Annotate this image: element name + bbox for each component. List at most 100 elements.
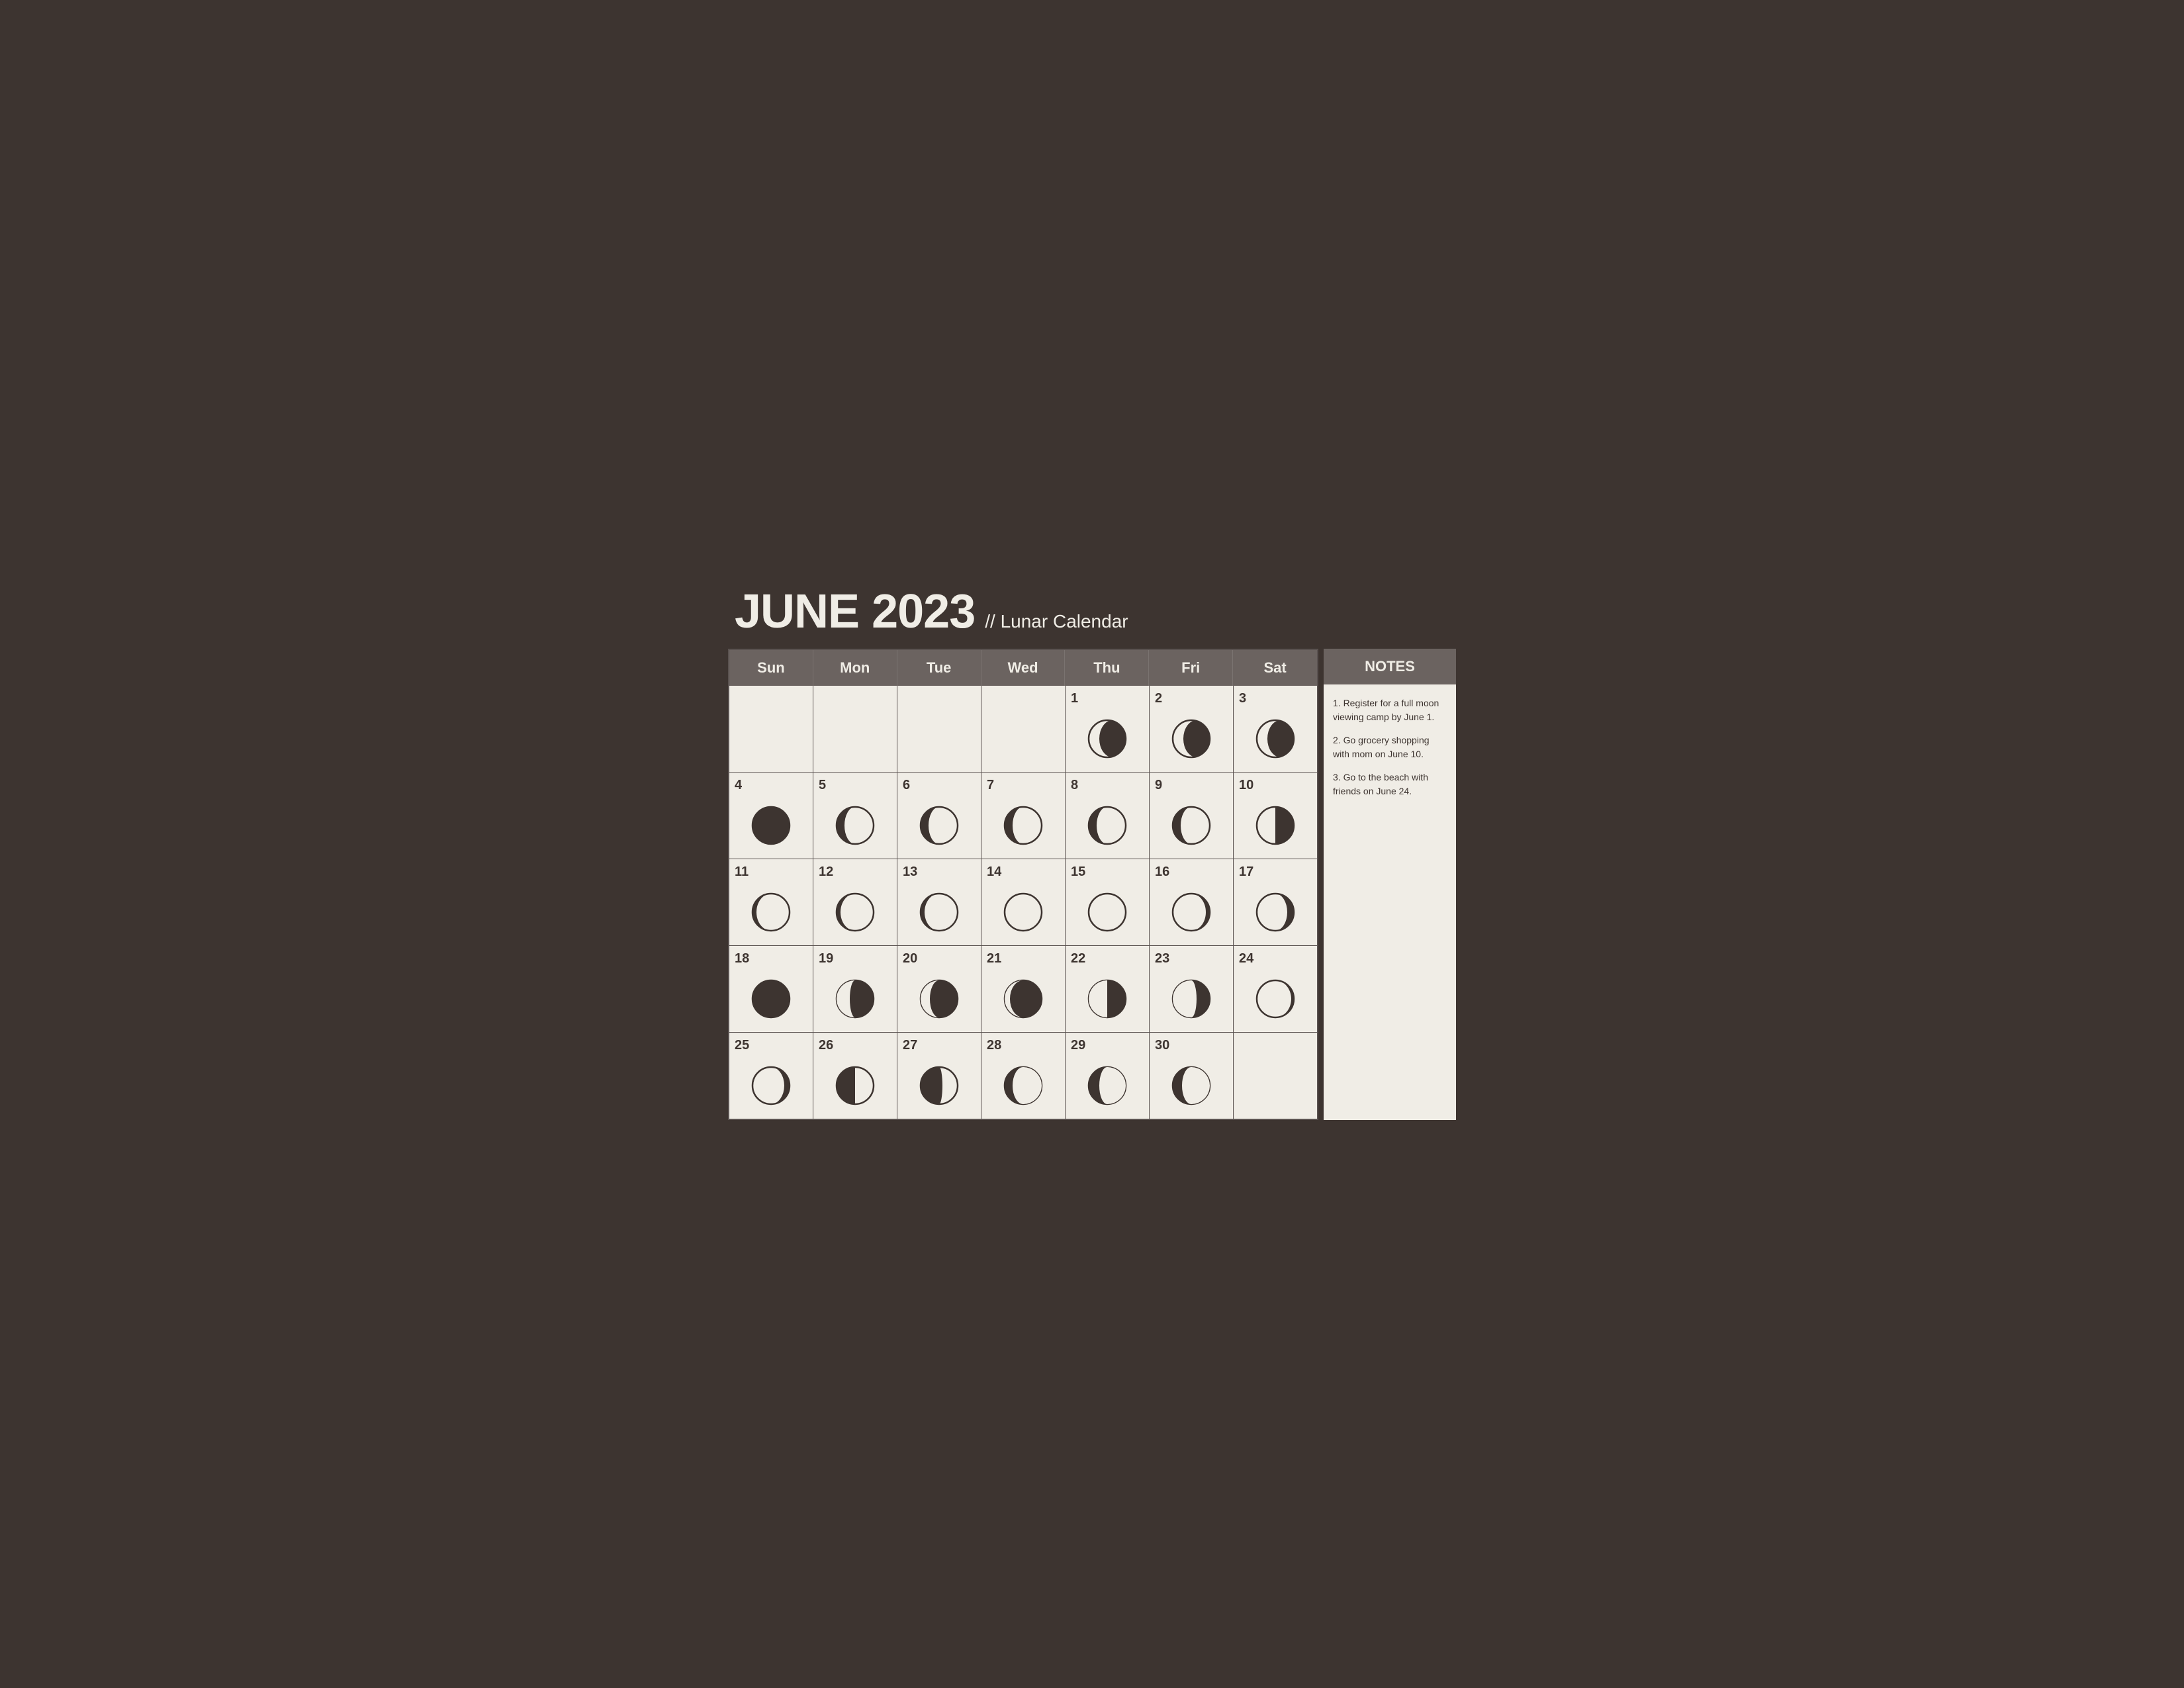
day-number: 20 [903,951,917,966]
day-number: 4 [735,778,742,793]
day-number: 23 [1155,951,1169,966]
moon-phase [987,797,1060,853]
calendar-cell: 10 [1234,773,1317,859]
day-number: 14 [987,865,1001,880]
notes-content: 1. Register for a full moon viewing camp… [1324,684,1456,1120]
calendar-cell: 11 [729,859,813,945]
calendar-cell: 6 [897,773,981,859]
moon-phase [735,1057,807,1113]
moon-phase [735,970,807,1027]
moon-phase [819,797,891,853]
moon-phase [1239,970,1312,1027]
moon-phase [903,884,976,940]
day-header: Mon [813,650,897,686]
moon-phase [1155,1057,1228,1113]
calendar-wrapper: SunMonTueWedThuFriSat 1 2 3 4 5 6 [728,649,1456,1120]
calendar-cell [981,686,1065,772]
calendar-cell: 23 [1150,946,1233,1032]
calendar-cell: 21 [981,946,1065,1032]
day-number: 5 [819,778,826,793]
day-number: 2 [1155,691,1162,706]
notes-header: NOTES [1324,649,1456,684]
note-item: 3. Go to the beach with friends on June … [1333,771,1447,798]
moon-phase [1155,710,1228,767]
moon-phase [1155,970,1228,1027]
moon-phase [1155,797,1228,853]
calendar-cell: 26 [813,1033,897,1119]
moon-phase [987,884,1060,940]
header-subtitle: // Lunar Calendar [985,611,1128,632]
calendar-cell: 12 [813,859,897,945]
day-number: 25 [735,1038,749,1053]
day-number: 16 [1155,865,1169,880]
calendar-cell: 2 [1150,686,1233,772]
calendar-cell: 8 [1066,773,1149,859]
calendar-cell: 30 [1150,1033,1233,1119]
calendar-cell: 3 [1234,686,1317,772]
day-number: 22 [1071,951,1085,966]
day-number: 8 [1071,778,1078,793]
moon-phase [819,970,891,1027]
calendar-main: SunMonTueWedThuFriSat 1 2 3 4 5 6 [728,649,1318,1120]
day-number: 19 [819,951,833,966]
moon-phase [1071,884,1144,940]
calendar-cell: 16 [1150,859,1233,945]
calendar-cell: 7 [981,773,1065,859]
calendar-cell: 14 [981,859,1065,945]
page-container: JUNE 2023 // Lunar Calendar SunMonTueWed… [728,568,1456,1120]
moon-phase [1071,710,1144,767]
calendar-cell: 29 [1066,1033,1149,1119]
notes-panel: NOTES 1. Register for a full moon viewin… [1324,649,1456,1120]
moon-phase [903,1057,976,1113]
calendar-cell: 19 [813,946,897,1032]
moon-phase [903,797,976,853]
calendar-cell [1234,1033,1317,1119]
moon-phase [1071,1057,1144,1113]
moon-phase [987,970,1060,1027]
day-headers: SunMonTueWedThuFriSat [729,650,1317,686]
calendar-cell: 5 [813,773,897,859]
moon-phase [1239,884,1312,940]
day-number: 12 [819,865,833,880]
moon-phase [735,797,807,853]
day-number: 11 [735,865,749,880]
moon-phase [987,1057,1060,1113]
calendar-cell: 1 [1066,686,1149,772]
calendar-cell: 17 [1234,859,1317,945]
day-number: 17 [1239,865,1253,880]
moon-phase [1071,797,1144,853]
day-number: 15 [1071,865,1085,880]
calendar-cell [729,686,813,772]
calendar-cell [897,686,981,772]
calendar-cell: 22 [1066,946,1149,1032]
calendar-cell: 4 [729,773,813,859]
day-number: 1 [1071,691,1078,706]
moon-phase [1239,710,1312,767]
day-number: 29 [1071,1038,1085,1053]
calendar-cell: 20 [897,946,981,1032]
calendar-cell: 25 [729,1033,813,1119]
day-number: 26 [819,1038,833,1053]
day-number: 7 [987,778,994,793]
moon-phase [819,1057,891,1113]
moon-phase [1071,970,1144,1027]
day-number: 6 [903,778,910,793]
calendar-cell: 15 [1066,859,1149,945]
day-header: Wed [981,650,1066,686]
note-item: 1. Register for a full moon viewing camp… [1333,696,1447,724]
moon-phase [1239,797,1312,853]
day-header: Sun [729,650,813,686]
moon-phase [903,970,976,1027]
day-number: 21 [987,951,1001,966]
moon-phase [735,884,807,940]
day-number: 30 [1155,1038,1169,1053]
day-number: 3 [1239,691,1246,706]
day-number: 10 [1239,778,1253,793]
day-header: Tue [897,650,981,686]
day-number: 28 [987,1038,1001,1053]
calendar-cell: 27 [897,1033,981,1119]
calendar-cell: 24 [1234,946,1317,1032]
page-title: JUNE 2023 [735,588,975,635]
day-number: 24 [1239,951,1253,966]
day-number: 27 [903,1038,917,1053]
